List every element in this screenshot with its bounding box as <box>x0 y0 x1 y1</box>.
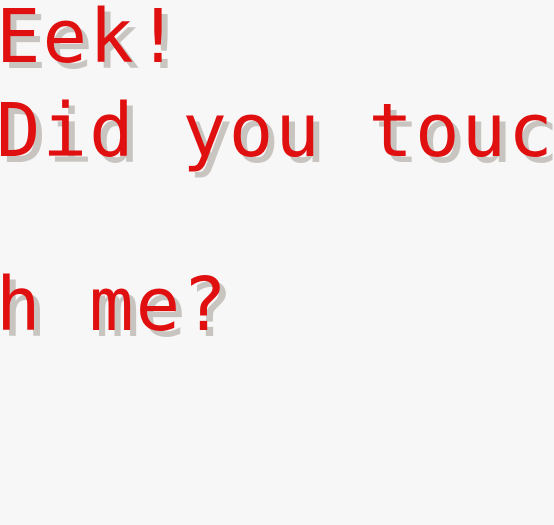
dialog-box: Eek! Did you touc h me? <box>0 0 554 525</box>
dialog-line-3: h me? <box>0 262 229 348</box>
dialog-line-1: Eek! <box>0 0 183 80</box>
dialog-line-2: Did you touc <box>0 88 554 174</box>
